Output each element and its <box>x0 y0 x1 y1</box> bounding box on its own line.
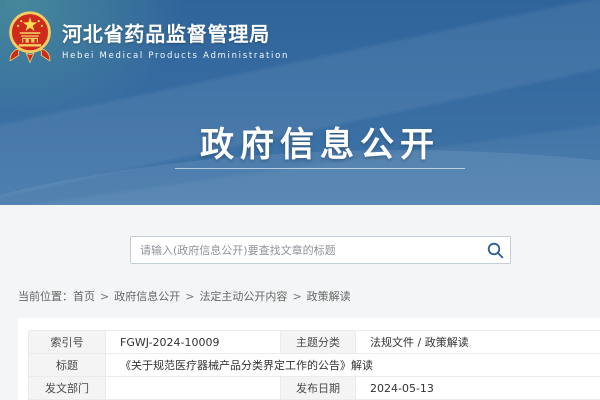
breadcrumb-item-home[interactable]: 首页 <box>73 290 95 303</box>
index-number-value: FGWJ-2024-10009 <box>106 331 281 354</box>
issuing-department-value <box>106 377 281 400</box>
title-label: 标题 <box>29 354 106 377</box>
breadcrumb-separator: > <box>292 290 301 303</box>
issuing-department-label: 发文部门 <box>29 377 106 400</box>
title-value: 《关于规范医疗器械产品分类界定工作的公告》解读 <box>106 354 600 377</box>
index-number-label: 索引号 <box>29 331 106 354</box>
table-row: 索引号 FGWJ-2024-10009 主题分类 法规文件 / 政策解读 <box>29 331 600 354</box>
breadcrumb-separator: > <box>185 290 194 303</box>
publish-date-value: 2024-05-13 <box>356 377 600 400</box>
breadcrumb-label: 当前位置： <box>18 290 73 303</box>
table-row: 发文部门 发布日期 2024-05-13 <box>29 377 600 400</box>
china-national-emblem-icon <box>6 10 54 64</box>
breadcrumb-separator: > <box>100 290 109 303</box>
search-button[interactable] <box>480 237 510 263</box>
topic-category-value: 法规文件 / 政策解读 <box>356 331 600 354</box>
site-name[interactable]: 河北省药品监督管理局 <box>62 18 289 47</box>
site-header: 河北省药品监督管理局 Hebei Medical Products Admini… <box>0 0 600 205</box>
table-row: 标题 《关于规范医疗器械产品分类界定工作的公告》解读 <box>29 354 600 377</box>
site-title-block: 河北省药品监督管理局 Hebei Medical Products Admini… <box>62 10 289 61</box>
site-name-english: Hebei Medical Products Administration <box>62 51 289 61</box>
article-meta-card: 索引号 FGWJ-2024-10009 主题分类 法规文件 / 政策解读 标题 … <box>18 318 600 400</box>
breadcrumb: 当前位置：首页 > 政府信息公开 > 法定主动公开内容 > 政策解读 <box>18 288 351 304</box>
breadcrumb-item-gov-info[interactable]: 政府信息公开 <box>114 290 180 303</box>
breadcrumb-item-proactive-disclosure[interactable]: 法定主动公开内容 <box>199 290 287 303</box>
search-input[interactable] <box>131 244 480 257</box>
banner-title: 政府信息公开 <box>200 125 440 165</box>
topic-category-label: 主题分类 <box>281 331 356 354</box>
publish-date-label: 发布日期 <box>281 377 356 400</box>
breadcrumb-item-policy-interpretation[interactable]: 政策解读 <box>307 290 351 303</box>
article-meta-table: 索引号 FGWJ-2024-10009 主题分类 法规文件 / 政策解读 标题 … <box>28 330 600 400</box>
page: { "header": { "site_name": "河北省药品监督管理局",… <box>0 0 600 400</box>
search-icon <box>487 242 504 259</box>
banner-divider <box>175 168 465 169</box>
site-logo[interactable]: 河北省药品监督管理局 Hebei Medical Products Admini… <box>6 10 289 64</box>
search-bar <box>130 236 511 264</box>
